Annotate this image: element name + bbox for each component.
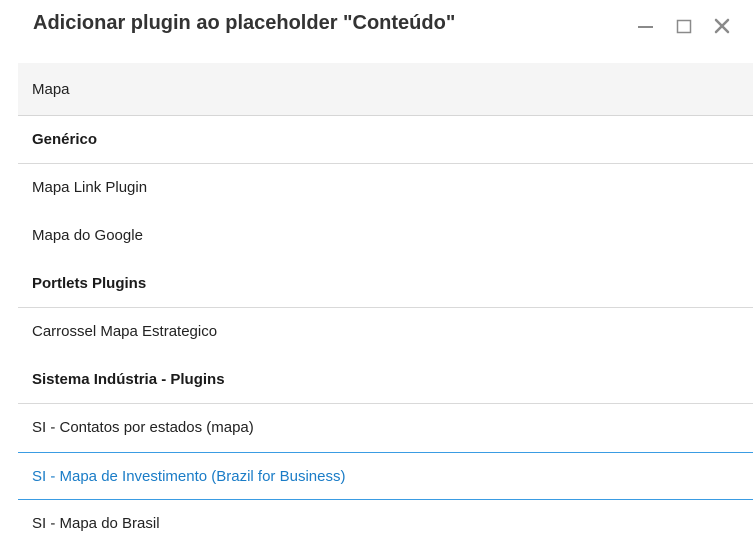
plugin-item-mapa-google[interactable]: Mapa do Google — [18, 212, 753, 260]
plugin-item-mapa-link[interactable]: Mapa Link Plugin — [18, 164, 753, 212]
close-icon[interactable] — [711, 15, 733, 37]
maximize-icon[interactable] — [673, 15, 695, 37]
search-bar — [18, 63, 753, 116]
minimize-icon[interactable] — [635, 15, 657, 37]
group-header-sistema-industria: Sistema Indústria - Plugins — [18, 356, 753, 404]
group-header-generico: Genérico — [18, 116, 753, 164]
add-plugin-dialog: Adicionar plugin ao placeholder "Conteúd… — [0, 0, 753, 533]
plugin-item-carrossel-mapa[interactable]: Carrossel Mapa Estrategico — [18, 308, 753, 356]
dialog-title: Adicionar plugin ao placeholder "Conteúd… — [33, 12, 456, 34]
plugin-item-mapa-investimento[interactable]: SI - Mapa de Investimento (Brazil for Bu… — [18, 452, 753, 500]
plugin-item-contatos-estados[interactable]: SI - Contatos por estados (mapa) — [18, 404, 753, 452]
dialog-titlebar: Adicionar plugin ao placeholder "Conteúd… — [0, 0, 753, 56]
window-controls — [623, 0, 753, 56]
group-header-portlets: Portlets Plugins — [18, 260, 753, 308]
plugin-item-mapa-brasil[interactable]: SI - Mapa do Brasil — [18, 500, 753, 533]
search-input[interactable] — [18, 63, 753, 115]
dialog-content: Genérico Mapa Link Plugin Mapa do Google… — [18, 63, 753, 533]
